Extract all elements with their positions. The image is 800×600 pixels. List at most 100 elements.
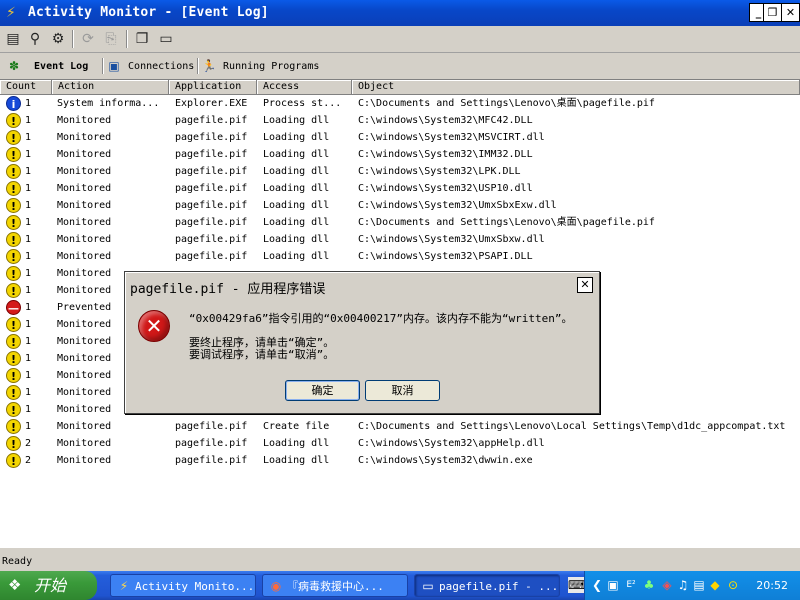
tab-running-programs[interactable]: 🏃 Running Programs (201, 56, 320, 76)
warning-icon: ! (6, 453, 21, 468)
dialog-close-button[interactable]: ✕ (577, 277, 593, 293)
column-header-action[interactable]: Action (52, 80, 169, 95)
taskbar-button-browser[interactable]: ◉ 『病毒救援中心... (262, 574, 408, 597)
monitor-icon[interactable]: ▤ (691, 577, 707, 593)
shield-icon[interactable]: ◆ (707, 577, 723, 593)
column-header-application[interactable]: Application (169, 80, 257, 95)
cell-count: 1 (25, 166, 32, 177)
cell-access: Loading dll (263, 183, 330, 194)
split-icon[interactable]: ▭ (156, 29, 176, 49)
cancel-button[interactable]: 取消 (365, 380, 440, 401)
cell-count: 1 (25, 217, 32, 228)
plant-icon[interactable]: ♣ (641, 577, 657, 593)
status-bar: Ready (2, 556, 33, 567)
cell-object: C:\windows\System32\UmxSbxw.dll (358, 234, 545, 245)
find-icon[interactable]: ⚲ (25, 29, 45, 49)
warning-icon: ! (6, 198, 21, 213)
warning-icon: ! (6, 266, 21, 281)
security-icon[interactable]: ◈ (659, 577, 675, 593)
filter-icon[interactable]: ⚙ (48, 29, 68, 49)
cell-count: 1 (25, 353, 32, 364)
arrow-icon[interactable]: ❮ (589, 577, 605, 593)
warning-icon: ! (6, 385, 21, 400)
cell-access: Loading dll (263, 149, 330, 160)
cell-access: Process st... (263, 98, 342, 109)
cell-count: 1 (25, 251, 32, 262)
cell-action: Monitored (57, 234, 112, 245)
warning-icon: ! (6, 249, 21, 264)
table-row[interactable]: ! 1 Monitored pagefile.pif Loading dll C:\win… (0, 197, 800, 214)
warning-icon: ! (6, 232, 21, 247)
cell-access: Loading dll (263, 200, 330, 211)
cell-count: 2 (25, 455, 32, 466)
browser-icon: ◉ (270, 579, 282, 593)
cell-count: 1 (25, 149, 32, 160)
activity-monitor-icon: ⚡ (119, 579, 129, 593)
cell-action: Monitored (57, 132, 112, 143)
cell-count: 1 (25, 404, 32, 415)
taskbar: ❖ 开始 ⚡ Activity Monito... ◉ 『病毒救援中心... ▭… (0, 571, 800, 600)
warning-icon: ! (6, 436, 21, 451)
cell-application: pagefile.pif (175, 183, 248, 194)
column-header-access[interactable]: Access (257, 80, 352, 95)
warning-icon: ! (6, 334, 21, 349)
table-row[interactable]: ! 1 Monitored pagefile.pif Loading dll C:\win… (0, 112, 800, 129)
window-icon: ▭ (422, 579, 434, 593)
table-row[interactable]: ! 1 Monitored pagefile.pif Loading dll C:\Doc… (0, 214, 800, 231)
taskbar-button-pagefile[interactable]: ▭ pagefile.pif - ... (414, 574, 560, 597)
warning-icon: ! (6, 164, 21, 179)
table-row[interactable]: ! 1 Monitored pagefile.pif Loading dll C:\win… (0, 163, 800, 180)
cell-access: Create file (263, 421, 330, 432)
close-button[interactable]: ✕ (781, 3, 800, 22)
tab-event-log[interactable]: ✽ Event Log (6, 56, 88, 76)
windows-flag-icon: ❖ (8, 576, 22, 594)
refresh-icon[interactable]: ⟳ (78, 29, 98, 49)
properties-icon[interactable]: ▤ (3, 29, 23, 49)
table-row[interactable]: ! 1 Monitored pagefile.pif Loading dll C:\win… (0, 231, 800, 248)
table-row[interactable]: ! 1 Monitored pagefile.pif Loading dll C:\win… (0, 248, 800, 265)
tile-icon[interactable]: ❐ (132, 29, 152, 49)
table-row[interactable]: ! 1 Monitored pagefile.pif Create file C:\Doc… (0, 418, 800, 435)
warning-icon: ! (6, 130, 21, 145)
taskbar-button-activity-monitor[interactable]: ⚡ Activity Monito... (110, 574, 256, 597)
table-row[interactable]: ! 1 Monitored pagefile.pif Loading dll C:\win… (0, 146, 800, 163)
table-row[interactable]: ! 1 Monitored pagefile.pif Loading dll C:\win… (0, 180, 800, 197)
cell-action: Monitored (57, 183, 112, 194)
table-row[interactable]: ! 1 Monitored pagefile.pif Loading dll C:\win… (0, 129, 800, 146)
speaker-icon[interactable]: ♫ (675, 577, 691, 593)
table-row[interactable]: i 1 System informa... Explorer.EXE Process s… (0, 95, 800, 112)
export-icon[interactable]: ⎘ (101, 29, 121, 49)
network-icon[interactable]: ▣ (605, 577, 621, 593)
warning-icon: ! (6, 317, 21, 332)
column-header-count[interactable]: Count (0, 80, 52, 95)
cell-access: Loading dll (263, 455, 330, 466)
cell-count: 2 (25, 438, 32, 449)
cell-application: pagefile.pif (175, 251, 248, 262)
keyboard-icon[interactable]: ⌨ (568, 577, 585, 593)
cell-action: Monitored (57, 438, 112, 449)
error-icon: ✕ (138, 310, 170, 342)
cell-object: C:\windows\System32\LPK.DLL (358, 166, 521, 177)
cd-icon[interactable]: ⊙ (725, 577, 741, 593)
cell-object: C:\Documents and Settings\Lenovo\桌面\page… (358, 98, 655, 109)
table-row[interactable]: ! 2 Monitored pagefile.pif Loading dll C:\win… (0, 452, 800, 469)
ok-button[interactable]: 确定 (285, 380, 360, 401)
column-header-object[interactable]: Object (352, 80, 800, 95)
tab-strip: ✽ Event Log ▣ Connections 🏃 Running Prog… (0, 54, 800, 78)
restore-button[interactable]: ❐ (763, 3, 782, 22)
system-tray: ❮ ▣ E² ♣ ◈ ♫ ▤ ◆ ⊙ 20:52 (584, 571, 800, 600)
cell-action: System informa... (57, 98, 160, 109)
cell-object: C:\Documents and Settings\Lenovo\桌面\page… (358, 217, 655, 228)
cell-application: pagefile.pif (175, 166, 248, 177)
table-row[interactable]: ! 2 Monitored pagefile.pif Loading dll C:\win… (0, 435, 800, 452)
toolbar: ▤ ⚲ ⚙ ⟳ ⎘ ❐ ▭ (0, 26, 800, 53)
ime-icon[interactable]: E² (623, 577, 639, 593)
tab-connections[interactable]: ▣ Connections (106, 56, 194, 76)
start-button[interactable]: ❖ 开始 (0, 571, 97, 600)
cell-access: Loading dll (263, 132, 330, 143)
warning-icon: ! (6, 368, 21, 383)
dialog-title-bar: pagefile.pif - 应用程序错误 ✕ (127, 274, 597, 298)
tab-separator (102, 58, 104, 74)
info-icon: i (6, 96, 21, 111)
cell-count: 1 (25, 421, 32, 432)
